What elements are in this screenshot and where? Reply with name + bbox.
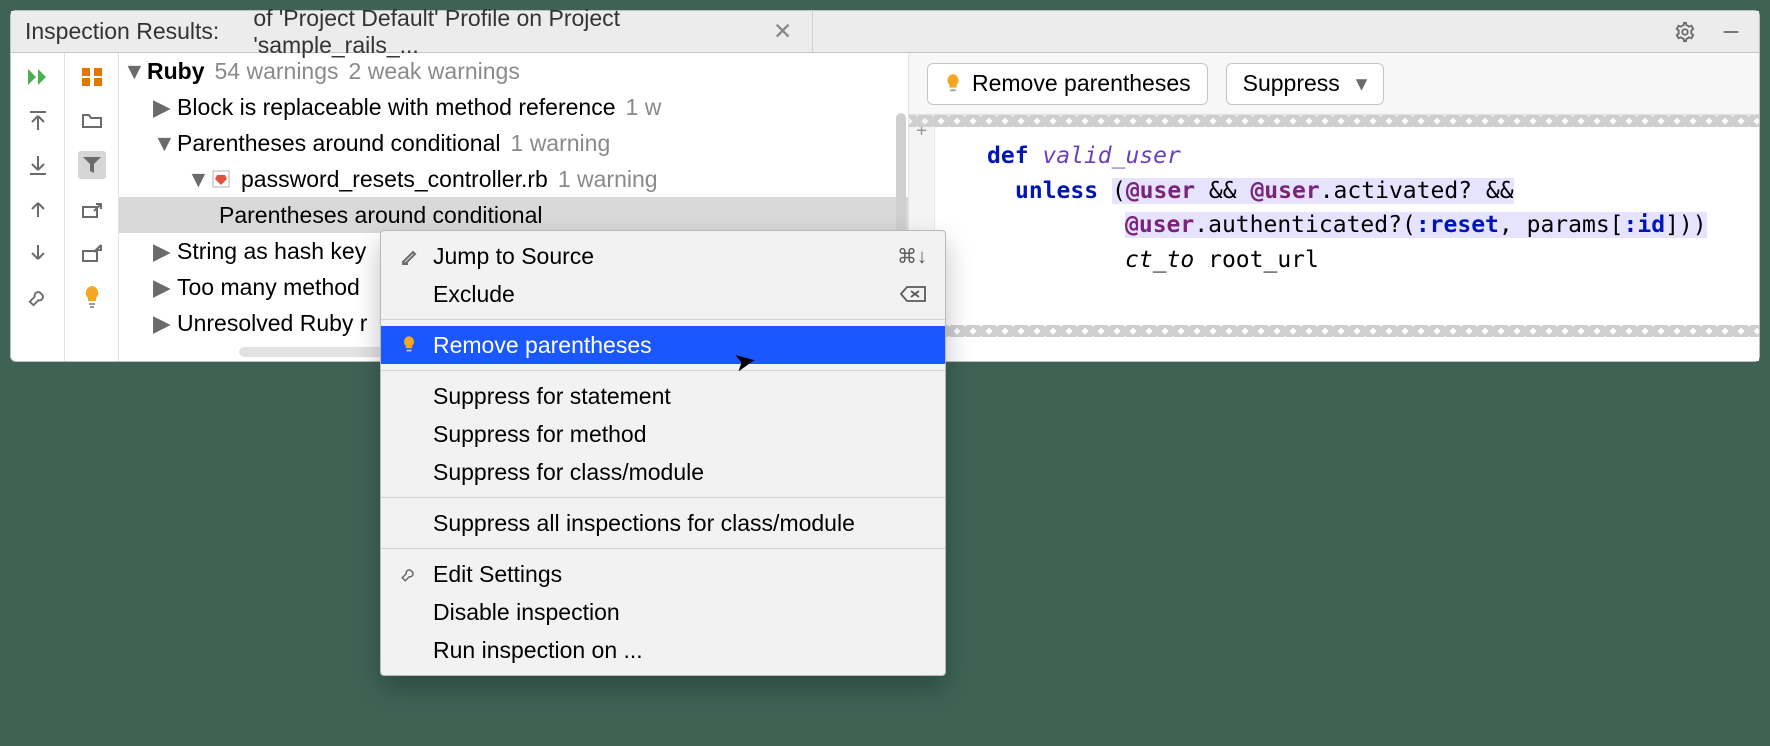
- tab-bar: Inspection Results: of 'Project Default'…: [11, 11, 1759, 53]
- context-menu: Jump to Source ⌘↓ Exclude Remove parenth…: [380, 230, 946, 676]
- import-icon[interactable]: [78, 239, 106, 267]
- wrench-icon[interactable]: [24, 283, 52, 311]
- tree-suffix: 1 warning: [511, 130, 611, 157]
- chevron-right-icon[interactable]: ▶: [153, 310, 167, 337]
- suppress-label: Suppress: [1243, 70, 1340, 97]
- menu-edit-settings[interactable]: Edit Settings: [381, 555, 945, 593]
- chevron-down-icon[interactable]: ▼: [123, 58, 137, 85]
- tree-root-label: Ruby: [147, 58, 205, 85]
- folder-icon[interactable]: [78, 107, 106, 135]
- tree-node-file[interactable]: ▼ password_resets_controller.rb 1 warnin…: [119, 161, 908, 197]
- code-line-3: @user.authenticated?(:reset, params[:id]…: [987, 208, 1739, 243]
- menu-suppress-all[interactable]: Suppress all inspections for class/modul…: [381, 504, 945, 542]
- tree-node-parens[interactable]: ▼ Parentheses around conditional 1 warni…: [119, 125, 908, 161]
- menu-label: Suppress for statement: [433, 383, 927, 410]
- menu-label: Exclude: [433, 281, 885, 308]
- tree-label: password_resets_controller.rb: [241, 166, 548, 193]
- menu-separator: [381, 319, 945, 320]
- tree-node-block[interactable]: ▶ Block is replaceable with method refer…: [119, 89, 908, 125]
- truncated-top-icon: [909, 115, 1759, 127]
- gear-icon[interactable]: [1671, 18, 1699, 46]
- menu-suppress-class[interactable]: Suppress for class/module: [381, 453, 945, 491]
- menu-label: Disable inspection: [433, 599, 927, 626]
- chevron-right-icon[interactable]: ▶: [153, 238, 167, 265]
- chevron-down-icon[interactable]: ▼: [153, 130, 167, 157]
- toolbar-col-1: [11, 53, 65, 361]
- tree-suffix: 1 warning: [558, 166, 658, 193]
- tree-label: Unresolved Ruby r: [177, 310, 367, 337]
- collapse-all-icon[interactable]: [24, 151, 52, 179]
- chevron-down-icon[interactable]: ▼: [187, 166, 201, 193]
- tree-root[interactable]: ▼ Ruby 54 warnings 2 weak warnings: [119, 53, 908, 89]
- menu-label: Run inspection on ...: [433, 637, 927, 664]
- truncated-bot-icon: [909, 325, 1759, 337]
- menu-exclude[interactable]: Exclude: [381, 275, 945, 313]
- tree-root-suffix2: 2 weak warnings: [349, 58, 520, 85]
- menu-label: Suppress for method: [433, 421, 927, 448]
- panel-title: Inspection Results:: [11, 11, 233, 52]
- menu-separator: [381, 497, 945, 498]
- close-icon[interactable]: ✕: [773, 18, 792, 45]
- menu-jump-to-source[interactable]: Jump to Source ⌘↓: [381, 237, 945, 275]
- menu-label: Remove parentheses: [433, 332, 927, 359]
- chevron-down-icon: ▾: [1356, 70, 1368, 97]
- backspace-icon: [899, 285, 927, 303]
- code-line-2: unless (@user && @user.activated? &&: [987, 174, 1739, 209]
- action-bar: Remove parentheses Suppress ▾: [909, 53, 1759, 115]
- menu-label: Suppress for class/module: [433, 459, 927, 486]
- tab-label: of 'Project Default' Profile on Project …: [253, 5, 763, 59]
- tree-label: Parentheses around conditional: [177, 130, 501, 157]
- menu-label: Edit Settings: [433, 561, 927, 588]
- code-line-4: ct_to root_url: [987, 243, 1739, 278]
- menu-separator: [381, 548, 945, 549]
- tree-node-issue-selected[interactable]: Parentheses around conditional: [119, 197, 908, 233]
- menu-run-inspection[interactable]: Run inspection on ...: [381, 631, 945, 669]
- expand-all-icon[interactable]: [24, 107, 52, 135]
- export-icon[interactable]: [78, 195, 106, 223]
- rerun-icon[interactable]: [24, 63, 52, 91]
- ruby-file-icon: [211, 169, 231, 189]
- toolbar-col-2: [65, 53, 119, 361]
- menu-label: Suppress all inspections for class/modul…: [433, 510, 927, 537]
- menu-disable-inspection[interactable]: Disable inspection: [381, 593, 945, 631]
- filter-icon[interactable]: [78, 151, 106, 179]
- tree-root-suffix1: 54 warnings: [215, 58, 339, 85]
- menu-suppress-method[interactable]: Suppress for method: [381, 415, 945, 453]
- menu-shortcut: ⌘↓: [897, 244, 927, 269]
- chevron-right-icon[interactable]: ▶: [153, 274, 167, 301]
- preview-pane: Remove parentheses Suppress ▾ + def vali…: [909, 53, 1759, 361]
- tab-profile[interactable]: of 'Project Default' Profile on Project …: [233, 11, 813, 52]
- tree-label: Too many method: [177, 274, 360, 301]
- chevron-right-icon[interactable]: ▶: [153, 94, 167, 121]
- bulb-icon[interactable]: [78, 283, 106, 311]
- tree-suffix: 1 w: [626, 94, 662, 121]
- group-by-icon[interactable]: [78, 63, 106, 91]
- code-line-1: def valid_user: [987, 139, 1739, 174]
- next-icon[interactable]: [24, 239, 52, 267]
- tree-label: Block is replaceable with method referen…: [177, 94, 616, 121]
- tree-label: String as hash key: [177, 238, 366, 265]
- bulb-icon: [399, 335, 419, 355]
- bulb-icon: [944, 73, 962, 95]
- menu-label: Jump to Source: [433, 243, 883, 270]
- menu-separator: [381, 370, 945, 371]
- wrench-icon: [399, 565, 419, 583]
- minimize-icon[interactable]: [1717, 18, 1745, 46]
- tree-label: Parentheses around conditional: [219, 202, 543, 229]
- menu-remove-parentheses[interactable]: Remove parentheses: [381, 326, 945, 364]
- suppress-button[interactable]: Suppress ▾: [1226, 63, 1385, 105]
- code-preview[interactable]: + def valid_user unless (@user && @user.…: [909, 115, 1759, 361]
- prev-icon[interactable]: [24, 195, 52, 223]
- edit-icon: [399, 247, 419, 265]
- quickfix-button[interactable]: Remove parentheses: [927, 63, 1208, 105]
- menu-suppress-statement[interactable]: Suppress for statement: [381, 377, 945, 415]
- quickfix-label: Remove parentheses: [972, 70, 1191, 97]
